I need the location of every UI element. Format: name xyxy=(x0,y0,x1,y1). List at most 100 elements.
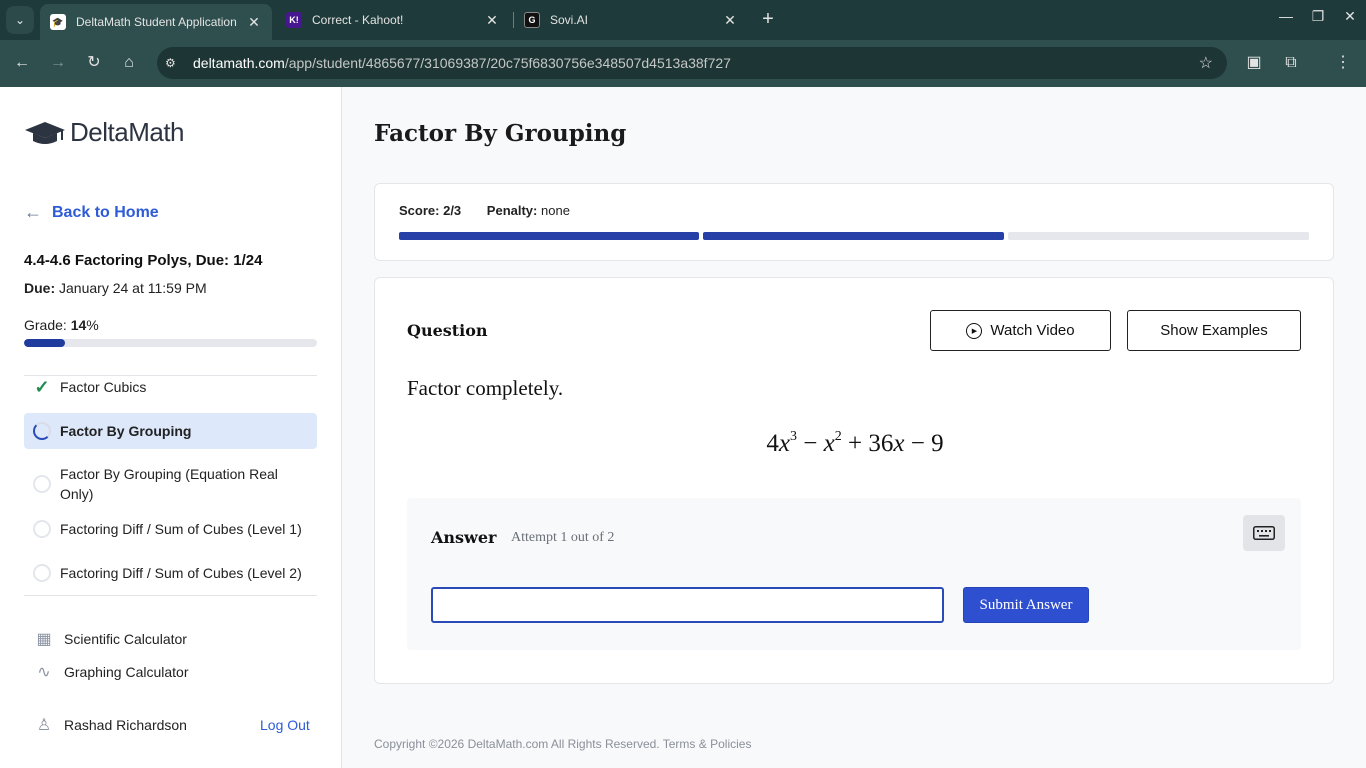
keyboard-icon xyxy=(1253,526,1275,540)
back-label: Back to Home xyxy=(52,203,159,221)
grade-value: 14 xyxy=(70,317,87,333)
kahoot-favicon-icon: K! xyxy=(286,12,302,28)
skill-item-diff-sum-cubes-2[interactable]: Factoring Diff / Sum of Cubes (Level 2) xyxy=(24,562,317,584)
url-host: deltamath.com xyxy=(193,55,285,71)
sovi-favicon-icon: G xyxy=(524,12,540,28)
scientific-calculator-link[interactable]: ▦ Scientific Calculator xyxy=(34,629,187,649)
maximize-button[interactable]: ❐ xyxy=(1306,8,1330,25)
penalty-label: Penalty: xyxy=(486,203,538,218)
page-title: Factor By Grouping xyxy=(374,120,627,147)
site-info-icon[interactable]: ⚙ xyxy=(165,56,181,70)
skill-label: Factor Cubics xyxy=(60,379,147,395)
user-profile: ♙ Rashad Richardson xyxy=(34,715,187,735)
reading-mode-icon: ▣ xyxy=(1246,54,1262,71)
show-examples-button[interactable]: Show Examples xyxy=(1127,310,1301,351)
expr-var: x xyxy=(893,430,905,457)
browser-menu-button[interactable]: ⋮ xyxy=(1332,52,1354,74)
score-progress-segment xyxy=(399,232,699,240)
checkmark-icon: ✓ xyxy=(34,376,50,397)
bookmark-star-icon[interactable]: ☆ xyxy=(1199,53,1213,73)
browser-toolbar: ← → ↻ ⌂ ⚙ deltamath.com/app/student/4865… xyxy=(0,40,1366,87)
grade-label: Grade: xyxy=(24,317,67,333)
close-tab-icon[interactable]: ✕ xyxy=(484,12,500,29)
skill-label: Factoring Diff / Sum of Cubes (Level 2) xyxy=(60,565,302,581)
skill-list: ✓ Factor Cubics Factor By Grouping Facto… xyxy=(24,375,317,596)
reload-button[interactable]: ↻ xyxy=(83,52,105,74)
browser-tab-sovi[interactable]: G Sovi.AI ✕ xyxy=(514,4,748,36)
arrow-right-icon: → xyxy=(50,54,66,71)
expr-var: x xyxy=(778,430,791,457)
skill-status xyxy=(24,464,60,493)
penalty: Penalty: none xyxy=(487,203,570,218)
skill-item-diff-sum-cubes-1[interactable]: Factoring Diff / Sum of Cubes (Level 1) xyxy=(24,518,317,540)
arrow-left-icon: ← xyxy=(14,54,30,71)
answer-section: Answer Attempt 1 out of 2 Submit Answer xyxy=(407,498,1301,650)
skill-item-factor-by-grouping-equation[interactable]: Factor By Grouping (Equation Real Only) xyxy=(24,464,317,504)
expr-coef: 4 xyxy=(766,430,779,457)
minimize-icon: — xyxy=(1279,8,1293,24)
calculator-icon: ▦ xyxy=(36,631,52,648)
progress-ring-icon xyxy=(33,422,51,440)
minimize-button[interactable]: — xyxy=(1274,8,1298,24)
play-icon: ▶ xyxy=(966,322,983,339)
chevron-down-icon: ⌄ xyxy=(14,13,26,27)
skill-label: Factor By Grouping xyxy=(60,423,192,439)
graduation-cap-icon xyxy=(25,121,65,144)
skill-item-factor-by-grouping[interactable]: Factor By Grouping xyxy=(24,413,317,449)
extensions-button[interactable]: ⧉ xyxy=(1280,52,1302,74)
deltamath-favicon-icon: 🎓 xyxy=(50,14,66,30)
due-date: Due: January 24 at 11:59 PM xyxy=(24,280,207,296)
new-tab-button[interactable]: + xyxy=(758,8,778,32)
restore-icon: ❐ xyxy=(1311,8,1325,24)
browser-tab-deltamath[interactable]: 🎓 DeltaMath Student Application ✕ xyxy=(40,4,272,40)
answer-input[interactable] xyxy=(431,587,944,623)
skill-item-factor-cubics[interactable]: ✓ Factor Cubics xyxy=(24,376,317,398)
expr-exp: 3 xyxy=(790,428,798,444)
expr-exp: 2 xyxy=(834,428,842,444)
keyboard-toggle-button[interactable] xyxy=(1243,515,1285,551)
forward-button[interactable]: → xyxy=(47,52,69,74)
graphing-calculator-link[interactable]: ∿ Graphing Calculator xyxy=(34,662,189,682)
watch-video-button[interactable]: ▶ Watch Video xyxy=(930,310,1111,351)
back-to-home-link[interactable]: ← Back to Home xyxy=(24,202,159,223)
skill-label: Factor By Grouping (Equation Real Only) xyxy=(60,466,278,502)
score-progress-segment xyxy=(1008,232,1309,240)
url-path: /app/student/4865677/31069387/20c75f6830… xyxy=(284,55,731,71)
reload-icon: ↻ xyxy=(87,54,101,71)
score-card: Score: 2/3 Penalty: none xyxy=(374,183,1334,261)
deltamath-logo[interactable]: DeltaMath xyxy=(24,117,185,148)
close-tab-icon[interactable]: ✕ xyxy=(722,12,738,29)
math-expression: 4x3 − x2 + 36x − 9 xyxy=(375,428,1335,458)
expr-coef: 36 xyxy=(868,430,894,457)
close-window-button[interactable]: ✕ xyxy=(1338,8,1362,25)
penalty-value: none xyxy=(541,203,570,218)
score-label: Score: xyxy=(399,203,440,218)
score-value: 2/3 xyxy=(443,203,462,218)
question-prompt: Factor completely. xyxy=(407,376,564,400)
logout-link[interactable]: Log Out xyxy=(260,717,310,733)
address-bar[interactable]: ⚙ deltamath.com/app/student/4865677/3106… xyxy=(157,47,1227,79)
main-content: Factor By Grouping Score: 2/3 Penalty: n… xyxy=(342,87,1366,768)
sidepanel-button[interactable]: ▣ xyxy=(1243,52,1265,74)
home-icon: ⌂ xyxy=(124,54,134,71)
expr-op: + xyxy=(848,430,863,457)
sidebar: DeltaMath ← Back to Home 4.4-4.6 Factori… xyxy=(0,87,342,768)
skill-label: Factoring Diff / Sum of Cubes (Level 1) xyxy=(60,521,302,537)
home-button[interactable]: ⌂ xyxy=(118,52,140,74)
browser-tab-kahoot[interactable]: K! Correct - Kahoot! ✕ xyxy=(276,4,510,36)
logo-text: DeltaMath xyxy=(70,117,185,147)
expr-var: x xyxy=(823,430,835,457)
grade-progress-bar xyxy=(24,339,317,347)
tab-search-button[interactable]: ⌄ xyxy=(6,6,34,34)
close-tab-icon[interactable]: ✕ xyxy=(246,14,262,31)
puzzle-icon: ⧉ xyxy=(1285,54,1297,71)
grade-progress-fill xyxy=(24,339,66,347)
grade-text: Grade: 14% xyxy=(24,317,99,333)
back-button[interactable]: ← xyxy=(11,52,33,74)
submit-answer-button[interactable]: Submit Answer xyxy=(963,587,1089,623)
tool-label: Scientific Calculator xyxy=(64,631,187,647)
plus-icon: + xyxy=(762,8,774,30)
expr-op: − xyxy=(910,430,925,457)
tool-label: Graphing Calculator xyxy=(64,664,189,680)
due-label: Due: xyxy=(24,280,56,296)
